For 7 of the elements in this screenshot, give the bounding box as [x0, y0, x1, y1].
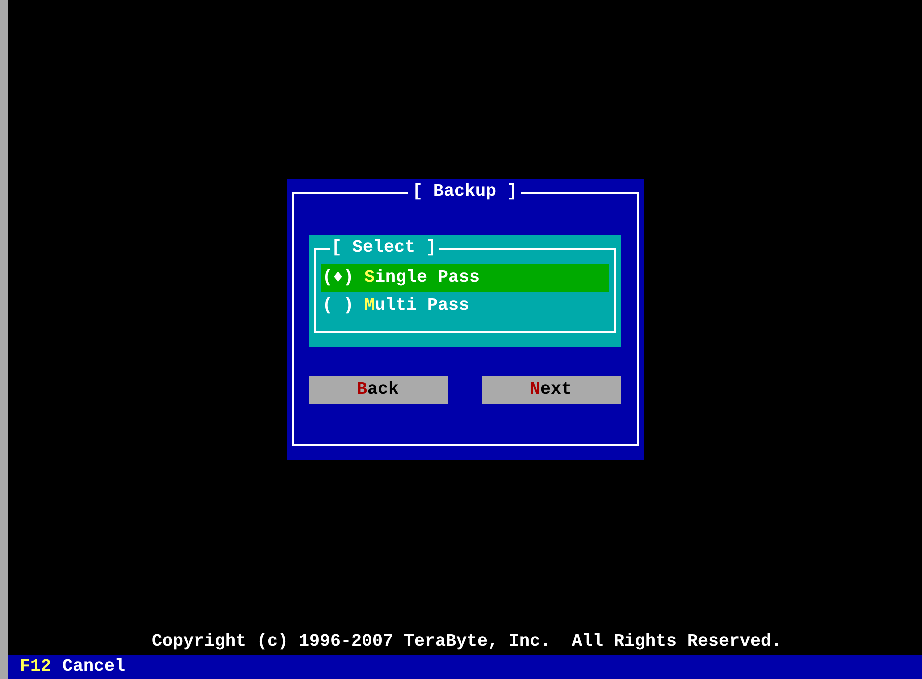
group-title: [ Select ] — [330, 237, 439, 259]
copyright-text: Copyright (c) 1996-2007 TeraByte, Inc. All Rights Reserved. — [150, 631, 784, 653]
dialog-title: [ Backup ] — [408, 181, 522, 203]
back-button[interactable]: Back — [308, 376, 448, 404]
next-button[interactable]: Next — [482, 376, 620, 404]
cancel-action[interactable]: Cancel — [62, 655, 126, 679]
shortcut-key: F12 — [20, 655, 52, 679]
